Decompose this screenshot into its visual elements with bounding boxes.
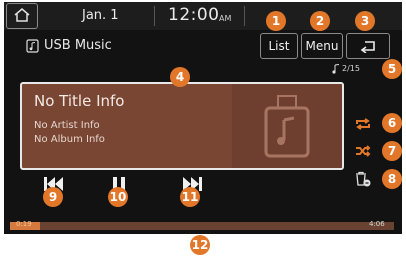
list-button[interactable]: List (260, 33, 298, 59)
callout-9: 9 (43, 187, 63, 207)
repeat-icon[interactable] (355, 118, 371, 130)
total-time: 4:06 (369, 220, 385, 228)
usb-drive-art-icon (264, 95, 310, 158)
head-unit-screen: Jan. 1 12:00 AM USB Music List Menu 2/15 (4, 2, 402, 234)
status-bar: Jan. 1 12:00 AM (4, 2, 402, 30)
elapsed-time: 0:19 (16, 220, 32, 228)
back-icon (360, 41, 375, 53)
album-name: No Album Info (34, 134, 105, 145)
callout-10: 10 (108, 187, 128, 207)
track-title: No Title Info (34, 92, 125, 110)
callout-2: 2 (310, 11, 330, 31)
progress-bar[interactable] (10, 222, 394, 230)
divider (244, 6, 245, 26)
track-counter: 2/15 (342, 64, 360, 73)
home-icon (14, 8, 30, 22)
shuffle-icon[interactable] (355, 145, 371, 157)
callout-11: 11 (180, 187, 200, 207)
album-art (232, 84, 342, 168)
delete-file-icon[interactable] (355, 171, 371, 187)
home-button[interactable] (6, 3, 38, 29)
callout-12: 12 (190, 235, 210, 255)
callout-5: 5 (382, 59, 402, 79)
back-button[interactable] (346, 33, 390, 59)
menu-button[interactable]: Menu (301, 33, 343, 59)
callout-6: 6 (382, 113, 402, 133)
note-icon (332, 64, 340, 74)
usb-music-icon (26, 39, 39, 53)
source-title: USB Music (44, 38, 112, 53)
callout-8: 8 (382, 169, 402, 189)
clock-display: 12:00 (168, 5, 220, 25)
callout-3: 3 (355, 11, 375, 31)
callout-7: 7 (382, 141, 402, 161)
track-info-panel[interactable]: No Title Info No Artist Info No Album In… (20, 82, 344, 170)
callout-4: 4 (170, 67, 190, 87)
date-display: Jan. 1 (82, 8, 119, 23)
artist-name: No Artist Info (34, 120, 100, 131)
divider (154, 6, 155, 26)
ampm-indicator: AM (219, 14, 232, 23)
callout-1: 1 (266, 11, 286, 31)
